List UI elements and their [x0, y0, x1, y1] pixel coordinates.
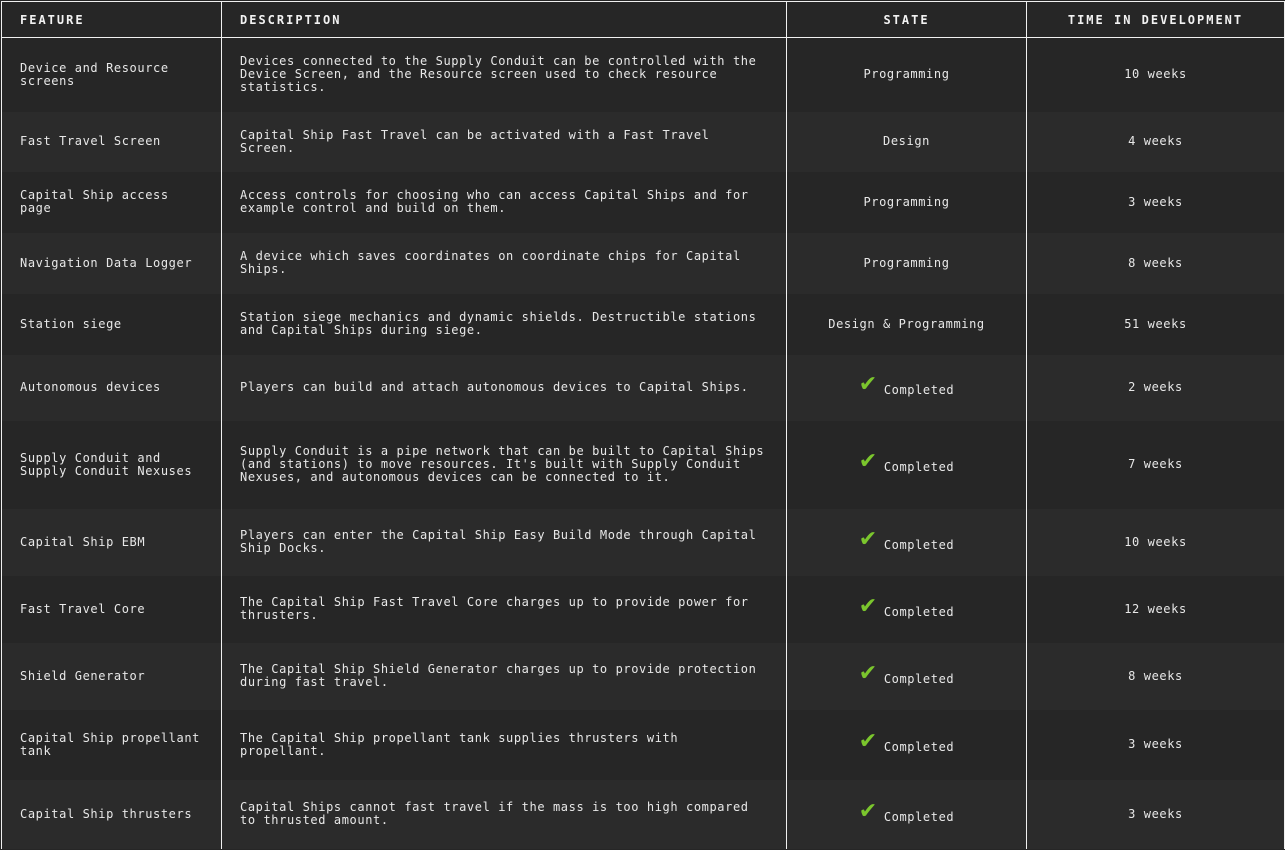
state-label: Design & Programming: [828, 316, 985, 331]
feature-cell: Fast Travel Core: [1, 575, 222, 643]
state-cell: ✔ Completed: [786, 508, 1027, 576]
state-label: Completed: [883, 740, 955, 754]
checkmark-icon: ✔: [858, 729, 878, 754]
state-label: Design: [883, 134, 930, 148]
table-row: Capital Ship propellant tank The Capital …: [1, 709, 1285, 780]
description-cell: The Capital Ship Fast Travel Core charge…: [221, 575, 787, 643]
description-cell: Station siege mechanics and dynamic shie…: [221, 293, 787, 355]
description-cell: Capital Ship Fast Travel can be activate…: [221, 111, 787, 172]
description-cell: Access controls for choosing who can acc…: [221, 171, 787, 233]
description-cell: A device which saves coordinates on coor…: [221, 232, 787, 294]
column-header-feature: Feature: [1, 1, 222, 38]
column-header-time: Time in Development: [1026, 1, 1285, 38]
state-cell: ✔ Completed: [786, 420, 1027, 509]
time-cell: 7 weeks: [1026, 420, 1285, 509]
checkmark-icon: ✔: [858, 449, 878, 474]
description-cell: Players can build and attach autonomous …: [221, 354, 787, 421]
checkmark-icon: ✔: [858, 372, 878, 397]
state-label: Completed: [883, 671, 955, 686]
feature-cell: Supply Conduit and Supply Conduit Nexuse…: [1, 420, 222, 509]
time-cell: 2 weeks: [1026, 354, 1285, 421]
description-cell: Players can enter the Capital Ship Easy …: [221, 508, 787, 576]
table-row: Navigation Data Logger A device which sav…: [1, 232, 1285, 294]
state-cell: Design & Programming: [786, 293, 1027, 355]
table-row: Capital Ship access page Access controls …: [1, 171, 1285, 233]
description-cell: The Capital Ship propellant tank supplie…: [221, 709, 787, 780]
state-cell: ✔ Completed: [786, 709, 1027, 780]
feature-cell: Station siege: [1, 293, 222, 355]
table-row: Capital Ship EBM Players can enter the Ca…: [1, 508, 1285, 576]
state-label: Programming: [863, 67, 950, 82]
state-label: Programming: [863, 255, 950, 270]
time-cell: 3 weeks: [1026, 171, 1285, 233]
table-row: Station siege Station siege mechanics and…: [1, 293, 1285, 355]
description-cell: Capital Ships cannot fast travel if the …: [221, 779, 787, 849]
feature-cell: Capital Ship access page: [1, 171, 222, 233]
state-label: Programming: [863, 194, 950, 209]
state-label: Completed: [883, 383, 955, 397]
state-cell: Programming: [786, 171, 1027, 233]
column-header-state: State: [786, 1, 1027, 38]
checkmark-icon: ✔: [858, 526, 878, 552]
table-row: Shield Generator The Capital Ship Shield …: [1, 642, 1285, 710]
state-cell: ✔ Completed: [786, 642, 1027, 710]
description-cell: The Capital Ship Shield Generator charge…: [221, 642, 787, 710]
table-body: Device and Resource screens Devices conne…: [1, 37, 1285, 849]
time-cell: 4 weeks: [1026, 111, 1285, 172]
table-row: Supply Conduit and Supply Conduit Nexuse…: [1, 420, 1285, 509]
feature-cell: Capital Ship thrusters: [1, 779, 222, 849]
state-cell: ✔ Completed: [786, 779, 1027, 849]
checkmark-icon: ✔: [858, 798, 878, 824]
checkmark-icon: ✔: [858, 593, 878, 619]
time-cell: 12 weeks: [1026, 575, 1285, 643]
description-cell: Supply Conduit is a pipe network that ca…: [221, 420, 787, 509]
feature-cell: Navigation Data Logger: [1, 232, 222, 294]
table-row: Capital Ship thrusters Capital Ships cann…: [1, 779, 1285, 849]
state-cell: Programming: [786, 232, 1027, 294]
time-cell: 10 weeks: [1026, 37, 1285, 112]
state-cell: Design: [786, 111, 1027, 172]
column-header-description: Description: [221, 1, 787, 38]
table-header-row: Feature Description State Time in Develo…: [1, 1, 1285, 38]
state-label: Completed: [883, 460, 955, 474]
time-cell: 51 weeks: [1026, 293, 1285, 355]
feature-cell: Autonomous devices: [1, 354, 222, 421]
time-cell: 8 weeks: [1026, 232, 1285, 294]
state-label: Completed: [883, 809, 955, 824]
time-cell: 3 weeks: [1026, 709, 1285, 780]
time-cell: 8 weeks: [1026, 642, 1285, 710]
checkmark-icon: ✔: [858, 660, 878, 686]
table-row: Fast Travel Screen Capital Ship Fast Trav…: [1, 111, 1285, 172]
table-row: Fast Travel Core The Capital Ship Fast Tr…: [1, 575, 1285, 643]
feature-cell: Fast Travel Screen: [1, 111, 222, 172]
state-label: Completed: [883, 604, 955, 619]
description-cell: Devices connected to the Supply Conduit …: [221, 37, 787, 112]
feature-cell: Device and Resource screens: [1, 37, 222, 112]
time-cell: 10 weeks: [1026, 508, 1285, 576]
development-roadmap-table: Feature Description State Time in Develo…: [1, 1, 1285, 849]
time-cell: 3 weeks: [1026, 779, 1285, 849]
state-label: Completed: [883, 537, 955, 552]
table-row: Autonomous devices Players can build and …: [1, 354, 1285, 421]
state-cell: ✔ Completed: [786, 354, 1027, 421]
state-cell: Programming: [786, 37, 1027, 112]
state-cell: ✔ Completed: [786, 575, 1027, 643]
feature-cell: Shield Generator: [1, 642, 222, 710]
feature-cell: Capital Ship EBM: [1, 508, 222, 576]
table-row: Device and Resource screens Devices conne…: [1, 37, 1285, 112]
feature-cell: Capital Ship propellant tank: [1, 709, 222, 780]
